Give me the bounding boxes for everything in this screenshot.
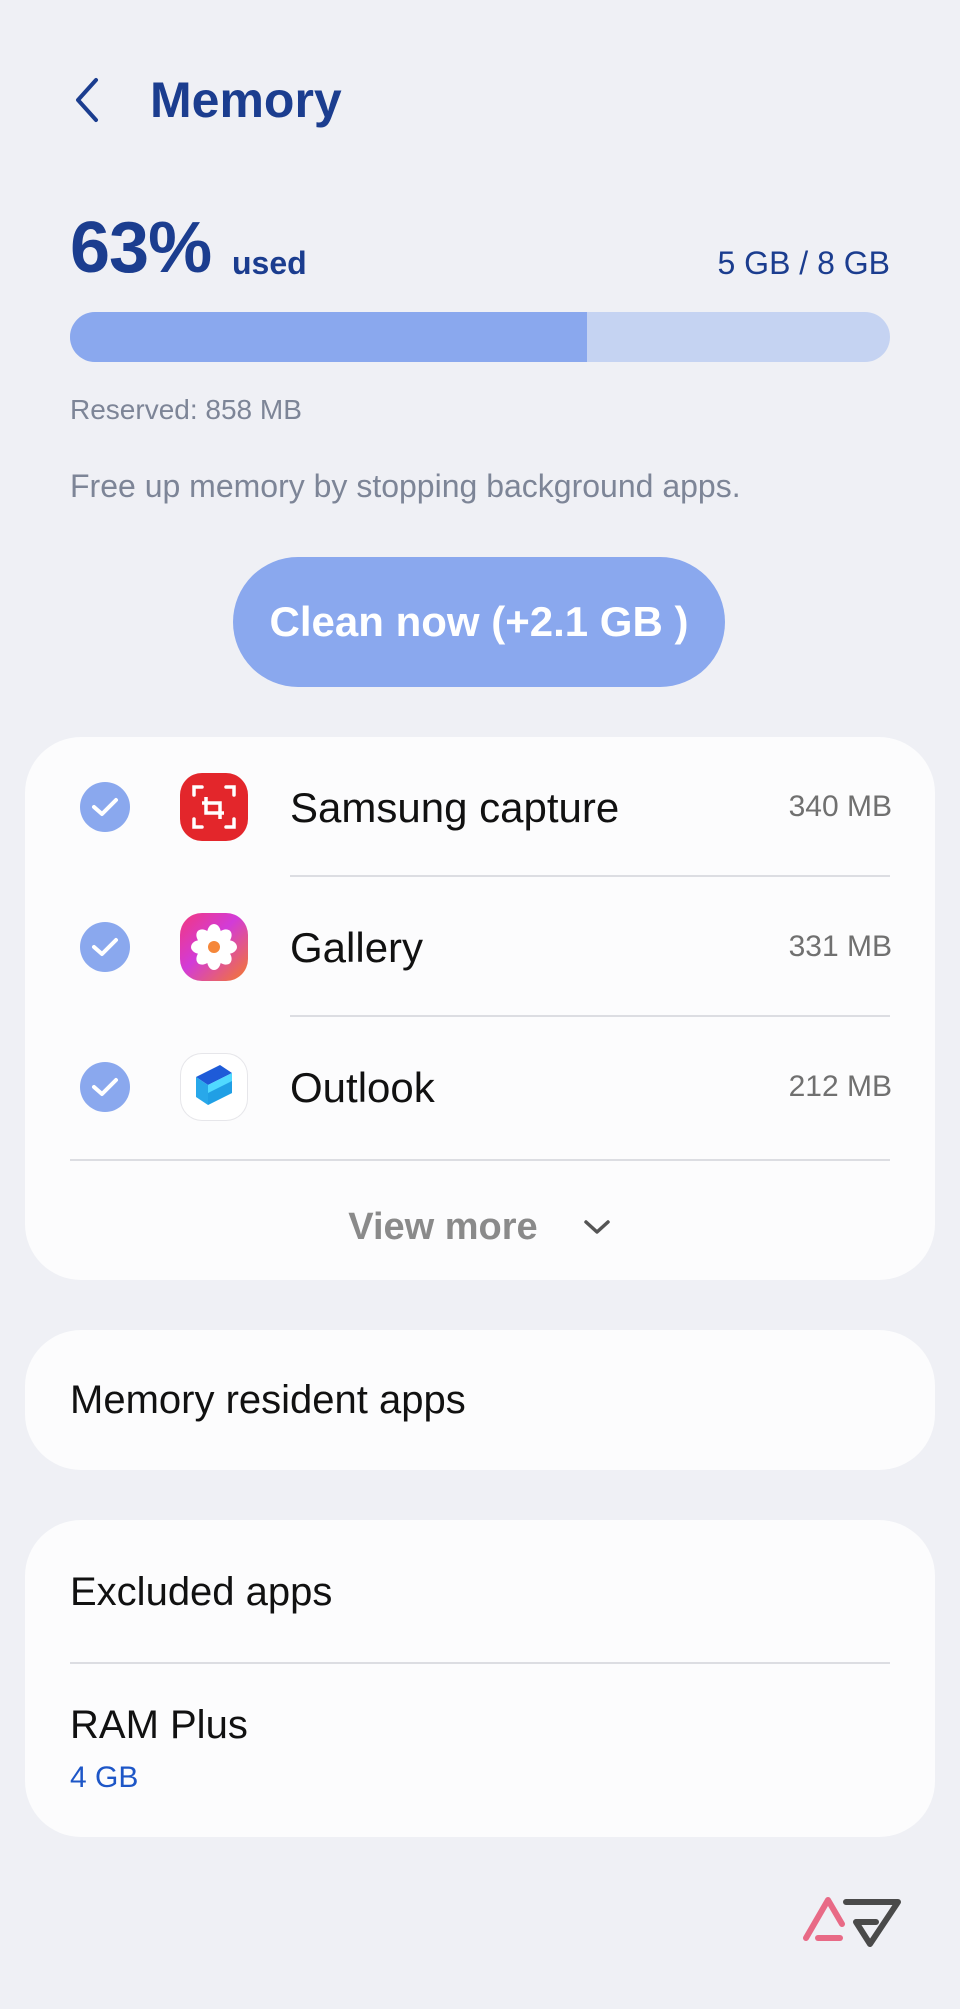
ram-plus-value: 4 GB	[70, 1761, 139, 1794]
app-checkbox[interactable]	[80, 1062, 130, 1112]
usage-percent: 63%	[70, 208, 212, 288]
view-more-label: View more	[348, 1205, 538, 1248]
samsung-capture-icon	[180, 773, 248, 841]
back-button[interactable]	[60, 72, 116, 128]
app-size: 331 MB	[788, 930, 892, 963]
memory-usage-bar-fill	[70, 312, 587, 362]
ram-plus-label: RAM Plus	[70, 1703, 248, 1747]
app-checkbox[interactable]	[80, 782, 130, 832]
chevron-down-icon	[583, 1220, 610, 1234]
app-size: 212 MB	[788, 1070, 892, 1103]
checkmark-icon	[92, 938, 118, 956]
memory-resident-apps-item[interactable]: Memory resident apps	[25, 1330, 935, 1470]
watermark-logo-icon	[803, 1897, 901, 1947]
app-row-outlook[interactable]: Outlook 212 MB	[25, 1017, 935, 1157]
chevron-left-icon	[76, 78, 98, 122]
ram-plus-item[interactable]: RAM Plus 4 GB	[25, 1664, 935, 1837]
memory-resident-apps-label: Memory resident apps	[70, 1378, 466, 1422]
app-name: Outlook	[290, 1064, 435, 1111]
app-row-gallery[interactable]: Gallery 331 MB	[25, 877, 935, 1017]
checkmark-icon	[92, 798, 118, 816]
outlook-icon	[180, 1053, 248, 1121]
app-name: Samsung capture	[290, 784, 620, 831]
page-title: Memory	[150, 72, 342, 128]
usage-used-label: used	[232, 245, 307, 281]
card-divider	[70, 1159, 890, 1161]
memory-usage-summary: 63% used 5 GB / 8 GB	[70, 208, 890, 288]
background-apps-card: Samsung capture 340 MB Gallery 331 MB Ou…	[25, 737, 935, 1280]
settings-card: Excluded apps RAM Plus 4 GB	[25, 1520, 935, 1837]
memory-hint: Free up memory by stopping background ap…	[70, 468, 741, 504]
excluded-apps-label: Excluded apps	[70, 1570, 333, 1614]
app-name: Gallery	[290, 924, 424, 971]
app-header: Memory	[0, 60, 960, 140]
checkmark-icon	[92, 1078, 118, 1096]
reserved-memory: Reserved: 858 MB	[70, 394, 302, 425]
clean-now-button[interactable]: Clean now (+2.1 GB )	[233, 557, 725, 687]
app-row-samsung-capture[interactable]: Samsung capture 340 MB	[25, 737, 935, 877]
usage-amount: 5 GB / 8 GB	[717, 245, 890, 281]
excluded-apps-item[interactable]: Excluded apps	[25, 1520, 935, 1662]
app-size: 340 MB	[788, 790, 892, 823]
memory-usage-bar	[70, 312, 890, 362]
app-checkbox[interactable]	[80, 922, 130, 972]
gallery-icon	[180, 913, 248, 981]
view-more-button[interactable]: View more	[25, 1177, 935, 1277]
